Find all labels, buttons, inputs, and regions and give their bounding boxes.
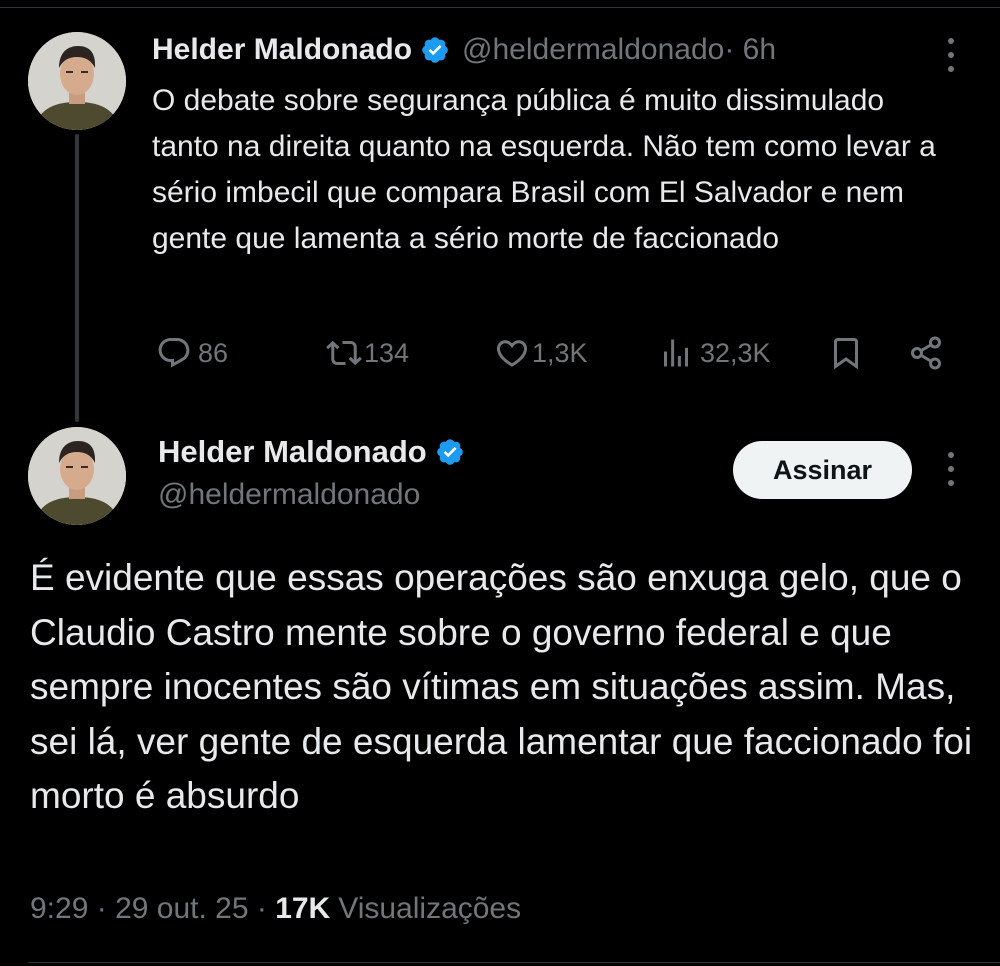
main-handle[interactable]: @heldermaldonado bbox=[158, 478, 420, 512]
main-tweet-meta: 9:29 · 29 out. 25 · 17K Visualizações bbox=[30, 892, 521, 926]
share-icon bbox=[911, 336, 941, 370]
bookmark-icon bbox=[834, 338, 858, 370]
bottom-divider bbox=[28, 962, 1000, 963]
parent-timestamp[interactable]: · 6h bbox=[724, 33, 776, 67]
parent-display-name[interactable]: Helder Maldonado bbox=[152, 33, 412, 67]
verified-badge-icon[interactable] bbox=[420, 35, 450, 65]
main-display-name[interactable]: Helder Maldonado bbox=[158, 434, 427, 470]
reply-button[interactable]: 86 bbox=[156, 330, 228, 376]
repost-button[interactable]: 134 bbox=[326, 330, 409, 376]
parent-tweet-actions: 86 134 1,3K 32,3K bbox=[156, 330, 956, 376]
main-tweet-name-row: Helder Maldonado bbox=[158, 434, 465, 470]
parent-tweet-header: Helder Maldonado @heldermaldonado · 6h bbox=[152, 30, 776, 70]
parent-tweet-text: O debate sobre segurança pública é muito… bbox=[152, 84, 936, 255]
views-button[interactable]: 32,3K bbox=[658, 330, 771, 376]
main-tweet-avatar[interactable] bbox=[28, 427, 126, 525]
views-count: 32,3K bbox=[700, 337, 771, 368]
thread-connector-line bbox=[75, 134, 79, 422]
like-count: 1,3K bbox=[532, 337, 588, 368]
reply-count: 86 bbox=[198, 337, 229, 368]
top-divider bbox=[0, 7, 1000, 8]
verified-badge-icon[interactable] bbox=[435, 437, 465, 467]
more-vertical-icon[interactable] bbox=[946, 452, 956, 486]
subscribe-button[interactable]: Assinar bbox=[733, 441, 912, 499]
meta-separator: · bbox=[88, 892, 116, 925]
parent-handle[interactable]: @heldermaldonado bbox=[462, 33, 724, 67]
bookmark-button[interactable] bbox=[828, 330, 864, 376]
reply-icon bbox=[158, 338, 190, 368]
like-icon bbox=[496, 340, 528, 367]
tweet-thread-view: Helder Maldonado @heldermaldonado · 6h O… bbox=[0, 0, 1000, 966]
parent-tweet-avatar[interactable] bbox=[28, 32, 126, 130]
more-vertical-icon[interactable] bbox=[946, 38, 956, 72]
tweet-time[interactable]: 9:29 bbox=[30, 892, 88, 926]
tweet-date[interactable]: 29 out. 25 bbox=[115, 892, 248, 926]
main-tweet-text: É evidente que essas operações são enxug… bbox=[30, 557, 973, 816]
views-icon bbox=[664, 339, 688, 367]
meta-separator: · bbox=[248, 892, 276, 925]
views-total: 17K bbox=[275, 892, 331, 925]
views-label: Visualizações bbox=[338, 892, 522, 925]
like-button[interactable]: 1,3K bbox=[494, 330, 588, 376]
share-button[interactable] bbox=[908, 330, 944, 376]
repost-icon bbox=[326, 340, 362, 366]
repost-count: 134 bbox=[364, 337, 410, 368]
